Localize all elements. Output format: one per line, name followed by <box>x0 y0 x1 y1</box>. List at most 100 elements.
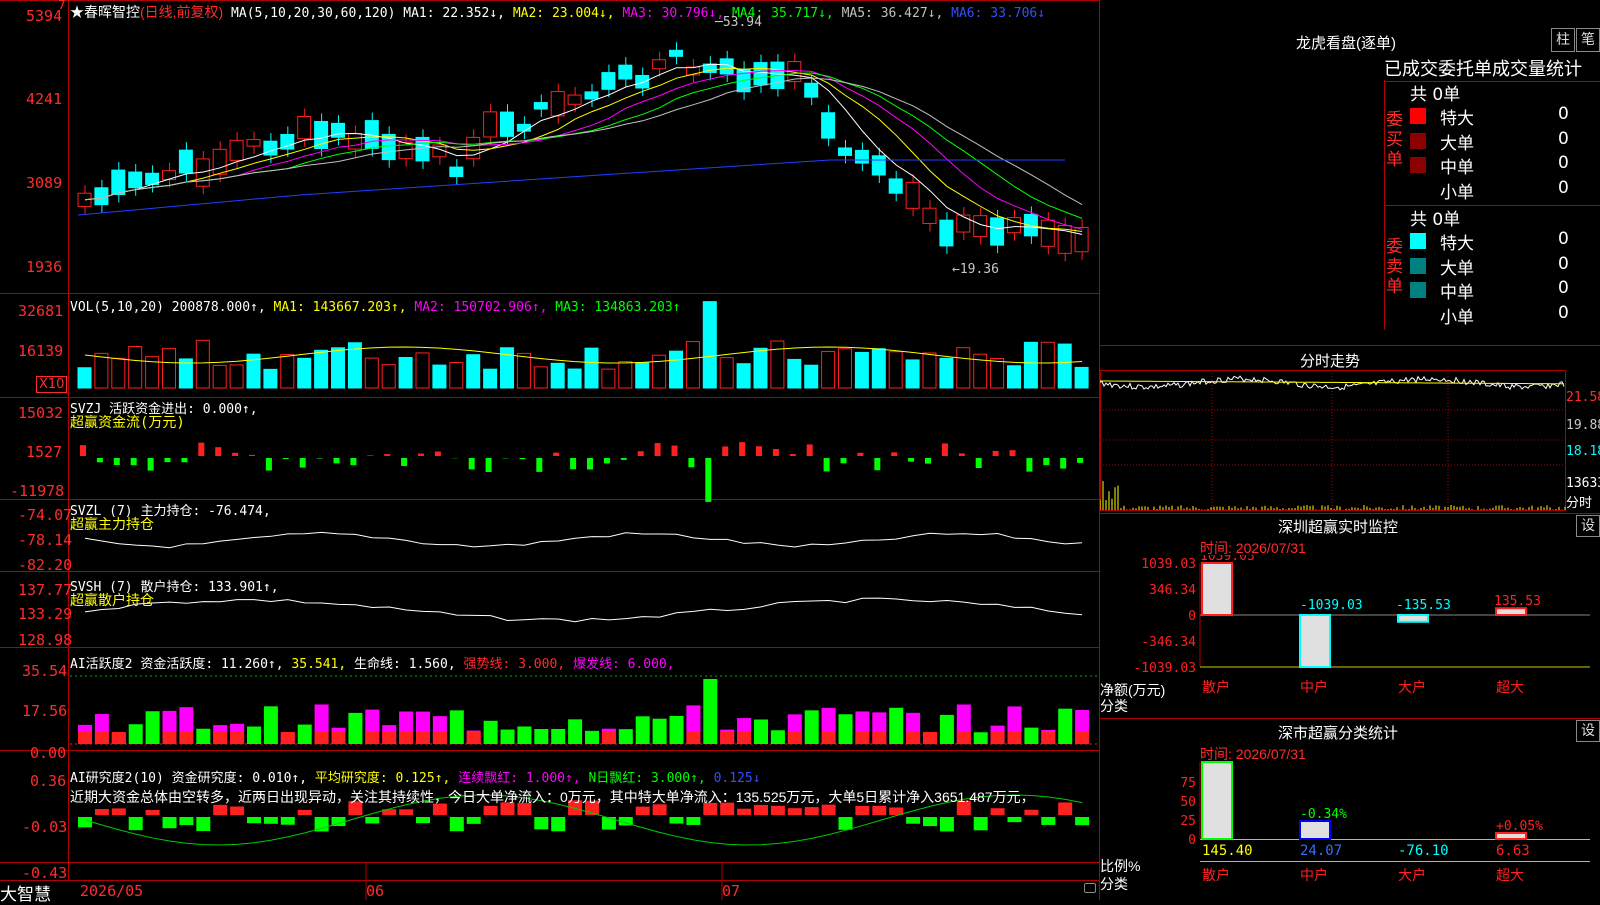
svzj-bar <box>486 458 492 472</box>
monitor-settings-button[interactable]: 设 <box>1576 515 1600 537</box>
ai1-bar <box>129 724 143 744</box>
main-chart-area[interactable] <box>0 0 1100 900</box>
intraday-chart[interactable] <box>1100 370 1600 512</box>
ai1-v2: 35.541, <box>291 657 346 672</box>
vol-unit-badge[interactable]: X10 <box>36 376 67 393</box>
ai2-bar <box>737 809 751 815</box>
ai1-bar-base <box>822 732 836 744</box>
ai2-v5: 0.125↓ <box>714 771 761 786</box>
candlestick-series[interactable] <box>78 42 1088 261</box>
tab-traded[interactable]: 已成交 <box>1384 59 1438 80</box>
stats-bar <box>1300 821 1330 839</box>
ai2-bar <box>805 807 819 815</box>
ai2-bar <box>281 817 295 825</box>
ai2-bar <box>534 817 548 829</box>
ai-activity-bars[interactable] <box>78 679 1089 744</box>
svzj-bar <box>993 451 999 456</box>
ai2-bar <box>686 817 700 825</box>
candle-body <box>602 73 615 90</box>
candle-body <box>95 188 108 205</box>
ai1-bar <box>146 711 160 744</box>
svsh-line[interactable] <box>85 598 1082 622</box>
monitor-value-label: -1039.03 <box>1300 598 1363 613</box>
svzj-bar <box>519 458 525 459</box>
svzj-bar <box>80 445 86 456</box>
svzj-bars[interactable] <box>80 442 1083 502</box>
tab-volume-stats[interactable]: 成交量统计 <box>1492 59 1582 80</box>
monitor-y-tick: 346.34 <box>1149 583 1196 598</box>
tab-orders[interactable]: 委托单 <box>1438 59 1492 80</box>
volume-bar <box>906 360 919 388</box>
lock-icon[interactable] <box>1084 883 1096 893</box>
candle-body <box>517 124 530 131</box>
candle-body <box>585 92 598 99</box>
stats-settings-button[interactable]: 设 <box>1576 720 1600 742</box>
ai1-bar-base <box>872 732 886 744</box>
candle-body <box>230 140 243 160</box>
ai1-bar-base <box>737 732 751 744</box>
volume-bar <box>737 364 750 388</box>
order-value: 0 <box>1558 303 1569 323</box>
ai2-v3: 连续飘红: 1.000↑, <box>458 771 580 786</box>
stats-y-label: 比例% <box>1100 856 1140 876</box>
pen-mode-button[interactable]: 笔 <box>1576 28 1600 52</box>
volume-bar <box>653 355 666 388</box>
svzl-polyline <box>85 532 1082 547</box>
volume-bar <box>686 342 699 388</box>
ai1-v4: 强势线: 3.000, <box>464 657 566 672</box>
monitor-y-tick: 1039.03 <box>1141 557 1196 572</box>
order-value: 0 <box>1558 129 1569 149</box>
ai2-bar <box>78 817 92 827</box>
order-name: 小单 <box>1440 303 1474 328</box>
svzj-bar <box>148 458 154 471</box>
bar-mode-button[interactable]: 柱 <box>1551 28 1575 52</box>
ai1-bar-base <box>923 732 937 744</box>
ma5-value: MA5: 36.427↓, <box>842 6 944 21</box>
monitor-title: 深圳超赢实时监控 <box>1278 516 1398 537</box>
svzj-bar <box>672 446 678 456</box>
ai1-bar <box>517 726 531 744</box>
stats-chart[interactable]: 7550250145.40散户-0.34%24.07中户-76.10大户+0.0… <box>1100 760 1600 900</box>
volume-bar <box>281 355 294 388</box>
svzj-y-tick-2: 1527 <box>26 443 62 461</box>
main-y-tick-2: 4241 <box>26 90 62 108</box>
monitor-chart[interactable]: 1039.03346.340-346.34-1039.031039.03散户-1… <box>1100 555 1600 715</box>
monitor-bar <box>1202 563 1232 615</box>
intraday-frame <box>1101 371 1566 511</box>
volume-bar <box>315 350 328 388</box>
volume-bar <box>129 347 142 388</box>
ai1-bar-base <box>163 732 177 744</box>
ai1-v5: 爆发线: 6.000, <box>573 657 675 672</box>
order-value: 0 <box>1558 278 1569 298</box>
stock-title[interactable]: ★春晖智控 <box>70 4 140 20</box>
buy-row: 小单00% <box>1410 178 1600 202</box>
ai2-bar <box>923 817 937 826</box>
stats-title: 深市超赢分类统计 <box>1278 722 1398 743</box>
volume-bar <box>433 365 446 388</box>
stats-y-tick: 0 <box>1188 833 1196 848</box>
brand-label[interactable]: 大智慧 <box>0 880 51 905</box>
monitor-value-label: -135.53 <box>1396 598 1451 613</box>
ai2-v2: 平均研究度: 0.125↑, <box>315 771 450 786</box>
volume-bar <box>416 353 429 388</box>
stats-bar-label: +0.05% <box>1496 819 1543 834</box>
volume-bar <box>196 340 209 388</box>
chart-mode[interactable]: (日线,前复权) <box>140 4 223 20</box>
ai1-bar-base <box>720 732 734 744</box>
svzj-bar <box>807 444 813 456</box>
volume-bar <box>822 351 835 388</box>
ai1-bar <box>484 721 498 744</box>
stats-top-border <box>1100 718 1600 719</box>
ai1-bar <box>636 716 650 744</box>
ai1-bar <box>534 729 548 744</box>
ma-params: MA(5,10,20,30,60,120) <box>231 6 395 21</box>
candle-body <box>686 67 699 75</box>
order-value: 0 <box>1558 178 1569 198</box>
svzl-line[interactable] <box>85 532 1082 547</box>
ai1-bar <box>839 714 853 744</box>
stats-category: 超大 <box>1496 868 1524 884</box>
ai1-bar-base <box>788 732 802 744</box>
intraday-top-border <box>1100 345 1600 346</box>
ai1-bar-base <box>95 732 109 744</box>
order-value: 0 <box>1558 254 1569 274</box>
